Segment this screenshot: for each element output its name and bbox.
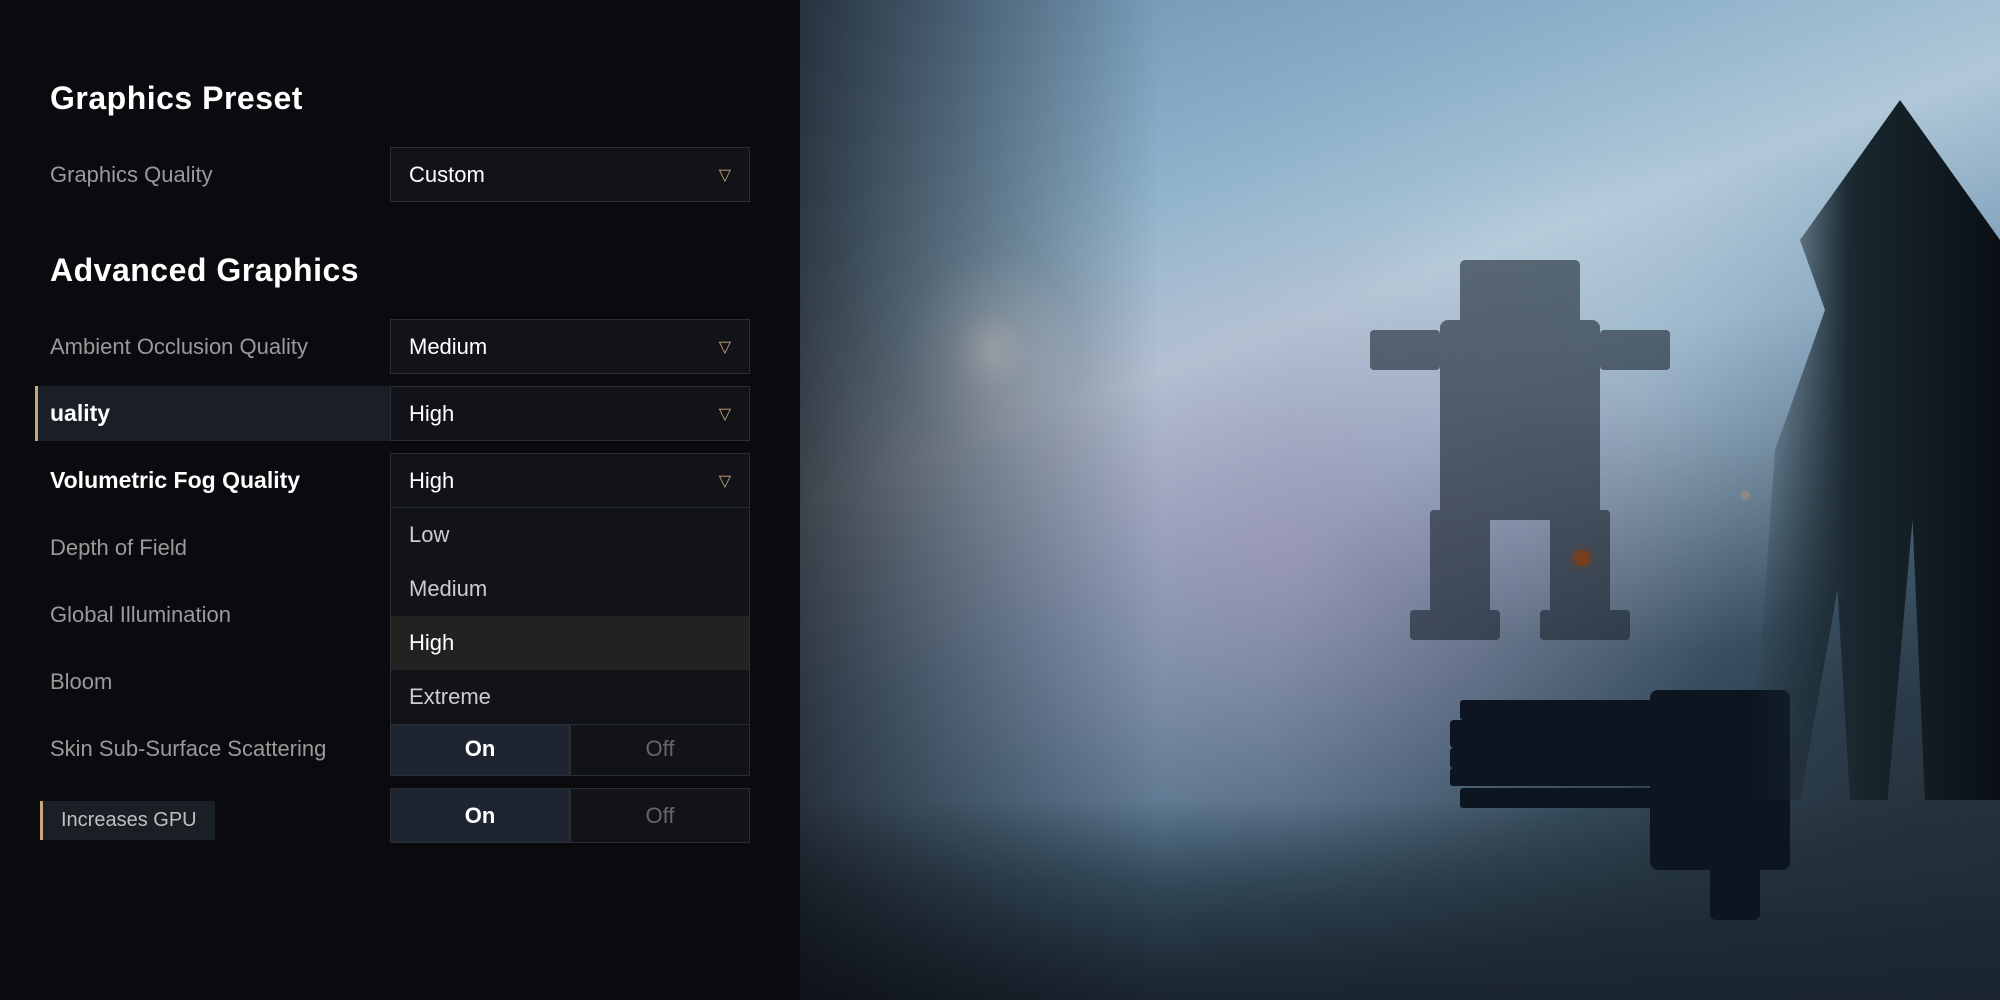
increases-gpu-tooltip: Increases GPU — [40, 801, 215, 840]
fog-option-extreme[interactable]: Extreme — [391, 670, 749, 724]
mech-vehicle-silhouette — [1320, 200, 1720, 650]
graphics-preset-title: Graphics Preset — [50, 80, 750, 117]
shadow-quality-row: uality High ▽ — [35, 386, 750, 441]
ambient-occlusion-dropdown[interactable]: Medium ▽ — [390, 319, 750, 374]
ambient-occlusion-row: Ambient Occlusion Quality Medium ▽ — [50, 319, 750, 374]
skin-subsurface-row: Skin Sub-Surface Scattering On Off — [50, 721, 750, 776]
volumetric-fog-label: Volumetric Fog Quality — [50, 467, 390, 494]
tree-silhouette — [1750, 100, 2000, 800]
weapon-silhouette — [1450, 640, 1800, 920]
shadow-quality-label: uality — [50, 400, 390, 427]
fog-option-high[interactable]: High — [391, 616, 749, 670]
dropdown-arrow-icon: ▽ — [719, 165, 731, 185]
skin-subsurface-label: Skin Sub-Surface Scattering — [50, 736, 390, 762]
graphics-quality-row: Graphics Quality Custom ▽ — [50, 147, 750, 202]
volumetric-fog-menu: Low Medium High Extreme — [390, 508, 750, 725]
volumetric-fog-row: Volumetric Fog Quality High ▽ Low Medium… — [50, 453, 750, 508]
motion-blur-off[interactable]: Off — [570, 788, 750, 843]
shadow-quality-dropdown[interactable]: High ▽ — [390, 386, 750, 441]
graphics-quality-label: Graphics Quality — [50, 162, 390, 188]
motion-blur-toggle: On Off — [390, 788, 750, 843]
skin-subsurface-on[interactable]: On — [390, 721, 570, 776]
fog-light-effect — [900, 250, 1080, 450]
skin-subsurface-off[interactable]: Off — [570, 721, 750, 776]
ambient-occlusion-label: Ambient Occlusion Quality — [50, 334, 390, 360]
advanced-graphics-section: Advanced Graphics Ambient Occlusion Qual… — [50, 252, 750, 843]
fog-option-medium[interactable]: Medium — [391, 562, 749, 616]
volumetric-fog-dropdown-container: High ▽ Low Medium High Extreme — [390, 453, 750, 508]
graphics-quality-value: Custom — [409, 162, 485, 188]
small-dot-indicator — [1740, 490, 1750, 500]
settings-panel: Graphics Preset Graphics Quality Custom … — [0, 0, 800, 1000]
shadow-quality-value: High — [409, 401, 454, 427]
fog-option-low[interactable]: Low — [391, 508, 749, 562]
advanced-graphics-title: Advanced Graphics — [50, 252, 750, 289]
ambient-occlusion-value: Medium — [409, 334, 487, 360]
dropdown-arrow-icon: ▽ — [719, 337, 731, 357]
motion-blur-on[interactable]: On — [390, 788, 570, 843]
dropdown-arrow-icon: ▽ — [719, 471, 731, 491]
volumetric-fog-dropdown[interactable]: High ▽ — [390, 453, 750, 508]
graphics-quality-dropdown[interactable]: Custom ▽ — [390, 147, 750, 202]
ground-detail — [800, 800, 2000, 1000]
tooltip-text: Increases GPU — [61, 809, 197, 831]
graphics-preset-section: Graphics Preset Graphics Quality Custom … — [50, 80, 750, 202]
skin-subsurface-toggle: On Off — [390, 721, 750, 776]
game-scene — [800, 0, 2000, 1000]
volumetric-fog-value: High — [409, 468, 454, 494]
depth-of-field-label: Depth of Field — [50, 535, 390, 561]
dropdown-arrow-icon: ▽ — [719, 404, 731, 424]
